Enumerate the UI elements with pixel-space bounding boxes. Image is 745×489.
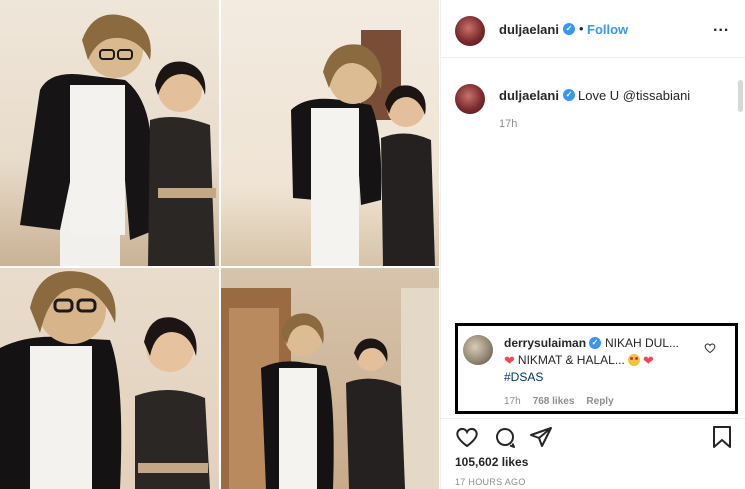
- photo-tile-bottom-left: [0, 268, 219, 489]
- comment-icon[interactable]: [493, 425, 517, 454]
- verified-badge-icon: ✓: [563, 89, 575, 101]
- verified-badge-icon: ✓: [589, 337, 601, 349]
- comment-meta: 17h 768 likes Reply: [504, 396, 614, 407]
- heart-icon[interactable]: [455, 425, 479, 454]
- post-panel: duljaelani ✓ • Follow ... duljaelani ✓ L…: [440, 0, 745, 489]
- star-eyes-emoji-icon: [627, 354, 640, 366]
- photo-tile-bottom-right: [221, 268, 439, 489]
- post-photo[interactable]: [0, 0, 439, 489]
- separator-dot: •: [579, 21, 584, 36]
- avatar[interactable]: [455, 16, 485, 46]
- couple-illustration: [221, 288, 439, 489]
- avatar[interactable]: [463, 335, 493, 365]
- post-header: duljaelani ✓ • Follow ...: [441, 0, 745, 58]
- avatar[interactable]: [455, 84, 485, 114]
- comment-username[interactable]: derrysulaiman: [504, 336, 586, 350]
- comment-timestamp[interactable]: 17h: [504, 396, 521, 407]
- follow-button[interactable]: Follow: [587, 22, 628, 37]
- caption-username[interactable]: duljaelani: [499, 88, 559, 103]
- more-icon[interactable]: ...: [713, 18, 729, 36]
- couple-illustration: [291, 30, 435, 266]
- post-timestamp[interactable]: 17 HOURS AGO: [455, 477, 526, 487]
- post-actions: 105,602 likes 17 HOURS AGO: [441, 418, 745, 489]
- couple-illustration: [0, 271, 210, 489]
- collage-divider-horizontal: [0, 266, 439, 268]
- username[interactable]: duljaelani: [499, 22, 559, 37]
- caption-timestamp[interactable]: 17h: [499, 118, 517, 130]
- verified-badge-icon: ✓: [563, 23, 575, 35]
- comment-text: NIKAH DUL...: [605, 336, 679, 350]
- photo-tile-top-left: [0, 0, 219, 266]
- share-icon[interactable]: [529, 425, 553, 454]
- caption: duljaelani ✓ Love U @tissabiani 17h: [441, 70, 745, 150]
- comment-like-heart-icon[interactable]: [704, 341, 716, 359]
- post-likes-count[interactable]: 105,602 likes: [455, 455, 528, 469]
- photo-tile-top-right: [221, 0, 439, 266]
- reply-button[interactable]: Reply: [586, 396, 613, 407]
- comment-line-2: NIKMAT & HALAL...: [517, 353, 625, 367]
- bookmark-icon[interactable]: [711, 425, 733, 454]
- comment-line-1: NIKAH DUL...: [605, 336, 680, 350]
- hashtag-link[interactable]: #DSAS: [504, 370, 543, 384]
- heart-emoji-icon: ❤: [504, 352, 515, 368]
- heart-emoji-icon: ❤: [642, 352, 654, 368]
- couple-illustration: [20, 14, 216, 266]
- collage-divider-vertical: [219, 0, 221, 489]
- comments-scrollbar[interactable]: [738, 80, 743, 112]
- comment-likes[interactable]: 768 likes: [533, 396, 575, 407]
- highlighted-comment: derrysulaiman ✓ NIKAH DUL... ❤ NIKMAT & …: [455, 323, 738, 414]
- comment-text-line-2: ❤ NIKMAT & HALAL... ❤: [504, 353, 654, 367]
- caption-text: Love U @tissabiani: [578, 88, 691, 103]
